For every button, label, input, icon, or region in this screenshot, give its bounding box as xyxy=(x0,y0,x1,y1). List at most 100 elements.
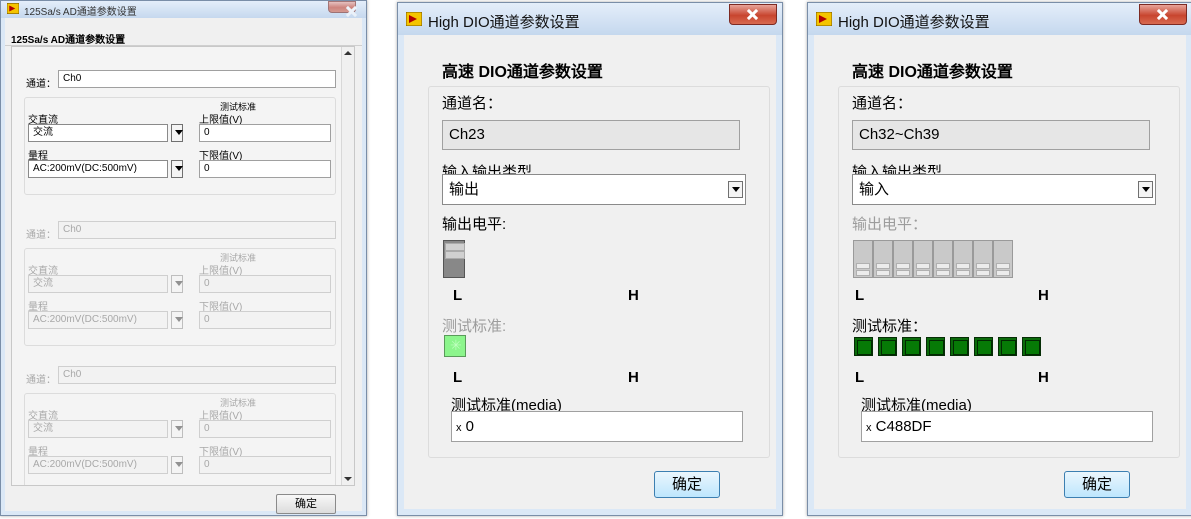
panel-heading: 高速 DIO通道参数设置 xyxy=(442,64,603,81)
output-level-toggle[interactable] xyxy=(443,240,465,278)
acdc-dropdown[interactable]: 交流 xyxy=(28,124,168,142)
low-label: L xyxy=(453,369,463,386)
channel-label: 通道： xyxy=(26,375,56,386)
test-standard-label: 测试标准： xyxy=(852,318,928,335)
channel-name-field[interactable]: Ch23 xyxy=(442,120,740,150)
media-prefix: x xyxy=(866,422,872,434)
output-bit-toggle[interactable] xyxy=(953,240,973,278)
range-value: AC:200mV(DC:500mV) xyxy=(33,314,137,325)
test-bit-led[interactable] xyxy=(998,337,1017,356)
io-type-dropdown[interactable]: 输出 xyxy=(442,174,746,205)
channel-label: 通道： xyxy=(26,79,56,90)
window-client: 高速 DIO通道参数设置 通道名： Ch32~Ch39 输入输出类型 输入 输出… xyxy=(814,35,1186,509)
title-bar[interactable]: High DIO通道参数设置 xyxy=(808,3,1191,35)
output-level-label: 输出电平： xyxy=(852,216,928,233)
upper-limit-field[interactable]: 0 xyxy=(199,420,331,438)
scroll-up-icon[interactable] xyxy=(344,51,352,55)
test-bit-led[interactable] xyxy=(926,337,945,356)
channel-label: 通道： xyxy=(26,230,56,241)
high-label: H xyxy=(628,369,639,386)
output-bit-toggle[interactable] xyxy=(993,240,1013,278)
close-icon[interactable] xyxy=(1139,4,1187,25)
close-icon[interactable] xyxy=(328,1,356,13)
window-title: High DIO通道参数设置 xyxy=(428,14,580,31)
test-bit-led[interactable] xyxy=(902,337,921,356)
panel-heading: 高速 DIO通道参数设置 xyxy=(852,64,1013,81)
channel-scroll-pane: 通道： Ch0 测试标准 交直流 上限值(V) 交流 0 量程 下限值(V) A… xyxy=(11,46,355,486)
upper-limit-field[interactable]: 0 xyxy=(199,275,331,293)
output-bit-toggle[interactable] xyxy=(873,240,893,278)
toggle-knob xyxy=(445,243,465,251)
media-prefix: x xyxy=(456,422,462,434)
output-bit-toggle[interactable] xyxy=(973,240,993,278)
channel-field[interactable]: Ch0 xyxy=(58,70,336,88)
channel-group-2: 通道： Ch0 测试标准 交直流 上限值(V) 交流 0 量程 下限值(V) A… xyxy=(18,204,336,354)
channel-group-3: 通道： Ch0 测试标准 交直流 上限值(V) 交流 0 量程 下限值(V) A… xyxy=(18,349,336,485)
media-value: 0 xyxy=(465,418,475,435)
test-bit-led[interactable] xyxy=(974,337,993,356)
title-bar[interactable]: High DIO通道参数设置 xyxy=(398,3,782,35)
high-label: H xyxy=(1038,369,1049,386)
window-title: High DIO通道参数设置 xyxy=(838,14,990,31)
high-dio-settings-window: High DIO通道参数设置 高速 DIO通道参数设置 通道名： Ch32~Ch… xyxy=(807,2,1191,516)
dropdown-arrow-icon[interactable] xyxy=(1138,181,1153,198)
test-bit-led[interactable] xyxy=(950,337,969,356)
channel-group-1: 通道： Ch0 测试标准 交直流 上限值(V) 交流 0 量程 下限值(V) A… xyxy=(18,53,336,203)
test-standard-led[interactable]: ✳ xyxy=(444,335,466,357)
acdc-dropdown[interactable]: 交流 xyxy=(28,420,168,438)
channel-name-field[interactable]: Ch32~Ch39 xyxy=(852,120,1150,150)
lower-limit-field[interactable]: 0 xyxy=(199,456,331,474)
test-bit-led[interactable] xyxy=(854,337,873,356)
window-client: 高速 DIO通道参数设置 通道名： Ch23 输入输出类型 输出 输出电平: L… xyxy=(404,35,776,509)
dropdown-arrow-icon[interactable] xyxy=(171,420,183,438)
dropdown-arrow-icon[interactable] xyxy=(171,124,183,142)
acdc-dropdown[interactable]: 交流 xyxy=(28,275,168,293)
lower-limit-field[interactable]: 0 xyxy=(199,160,331,178)
high-dio-settings-window: High DIO通道参数设置 高速 DIO通道参数设置 通道名： Ch23 输入… xyxy=(397,2,783,516)
low-label: L xyxy=(855,369,865,386)
channel-params-frame xyxy=(24,248,336,346)
ad-channel-settings-window: 125Sa/s AD通道参数设置 125Sa/s AD通道参数设置 通道： Ch… xyxy=(0,0,367,516)
io-type-value: 输入 xyxy=(859,181,890,198)
io-type-value: 输出 xyxy=(449,181,480,198)
upper-limit-field[interactable]: 0 xyxy=(199,124,331,142)
dropdown-arrow-icon[interactable] xyxy=(171,311,183,329)
dropdown-arrow-icon[interactable] xyxy=(171,456,183,474)
range-dropdown[interactable]: AC:200mV(DC:500mV) xyxy=(28,311,168,329)
ok-button[interactable]: 确定 xyxy=(1064,471,1130,498)
range-dropdown[interactable]: AC:200mV(DC:500mV) xyxy=(28,456,168,474)
toggle-knob xyxy=(445,251,465,259)
scroll-down-icon[interactable] xyxy=(344,477,352,481)
dropdown-arrow-icon[interactable] xyxy=(171,275,183,293)
window-title: 125Sa/s AD通道参数设置 xyxy=(24,7,137,18)
channel-field[interactable]: Ch0 xyxy=(58,221,336,239)
output-bit-toggle[interactable] xyxy=(893,240,913,278)
high-label: H xyxy=(628,287,639,304)
output-bit-toggle[interactable] xyxy=(853,240,873,278)
acdc-value: 交流 xyxy=(33,127,53,138)
dropdown-arrow-icon[interactable] xyxy=(171,160,183,178)
led-glow-icon: ✳ xyxy=(450,337,462,353)
ok-button[interactable]: 确定 xyxy=(654,471,720,498)
output-bit-toggle[interactable] xyxy=(933,240,953,278)
lower-limit-field[interactable]: 0 xyxy=(199,311,331,329)
close-icon[interactable] xyxy=(729,4,777,25)
test-bit-led[interactable] xyxy=(1022,337,1041,356)
vertical-scrollbar[interactable] xyxy=(341,47,354,485)
title-bar[interactable]: 125Sa/s AD通道参数设置 xyxy=(1,1,366,18)
media-field[interactable]: x 0 xyxy=(451,411,743,442)
range-dropdown[interactable]: AC:200mV(DC:500mV) xyxy=(28,160,168,178)
channel-field[interactable]: Ch0 xyxy=(58,366,336,384)
low-label: L xyxy=(855,287,865,304)
ok-button[interactable]: 确定 xyxy=(276,494,336,514)
io-type-dropdown[interactable]: 输入 xyxy=(852,174,1156,205)
output-level-toggle-array xyxy=(853,240,1013,278)
channel-name-label: 通道名： xyxy=(852,95,913,112)
output-bit-toggle[interactable] xyxy=(913,240,933,278)
test-bit-led[interactable] xyxy=(878,337,897,356)
output-level-label: 输出电平: xyxy=(442,216,507,233)
dropdown-arrow-icon[interactable] xyxy=(728,181,743,198)
media-field[interactable]: x C488DF xyxy=(861,411,1153,442)
acdc-value: 交流 xyxy=(33,278,53,289)
low-label: L xyxy=(453,287,463,304)
